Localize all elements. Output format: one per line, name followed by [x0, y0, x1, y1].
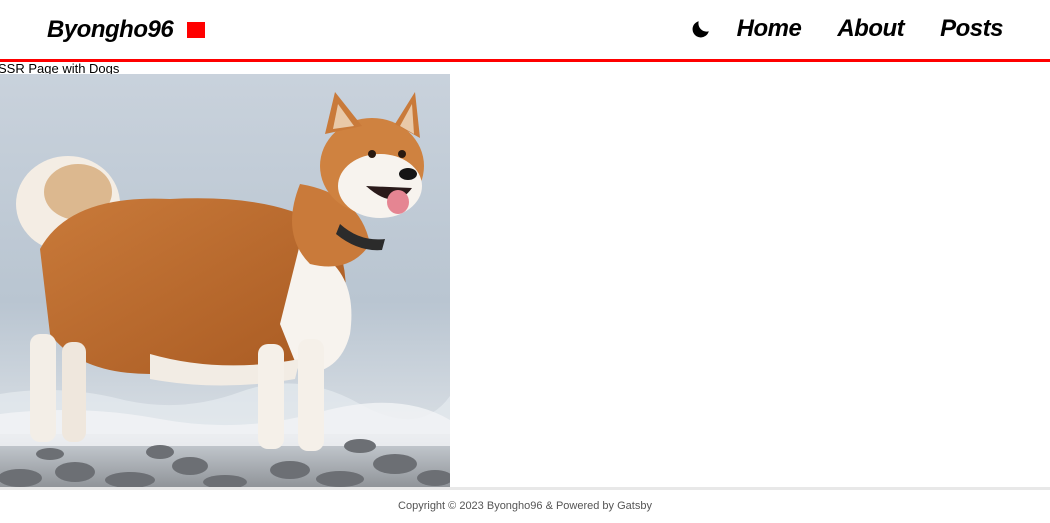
- brand-name: Byongho96: [47, 16, 174, 43]
- nav-home-link[interactable]: Home: [737, 12, 802, 46]
- footer-divider: [0, 487, 1050, 490]
- site-header: Byongho96 Home About Posts: [0, 0, 1050, 62]
- moon-icon: [692, 21, 709, 38]
- main-nav: Home About Posts: [689, 12, 1003, 46]
- nav-posts-link[interactable]: Posts: [940, 12, 1003, 46]
- nav-about-link[interactable]: About: [837, 12, 904, 46]
- site-footer: Copyright © 2023 Byongho96 & Powered by …: [0, 498, 1050, 514]
- brand-accent-square: [187, 22, 206, 38]
- main-content: SSR Page with Dogs: [0, 62, 1050, 488]
- brand-home-link[interactable]: Byongho96: [47, 14, 206, 46]
- footer-copyright: Copyright © 2023 Byongho96 & Powered by …: [398, 500, 652, 512]
- dog-image: [0, 74, 450, 488]
- theme-toggle-button[interactable]: [689, 17, 713, 41]
